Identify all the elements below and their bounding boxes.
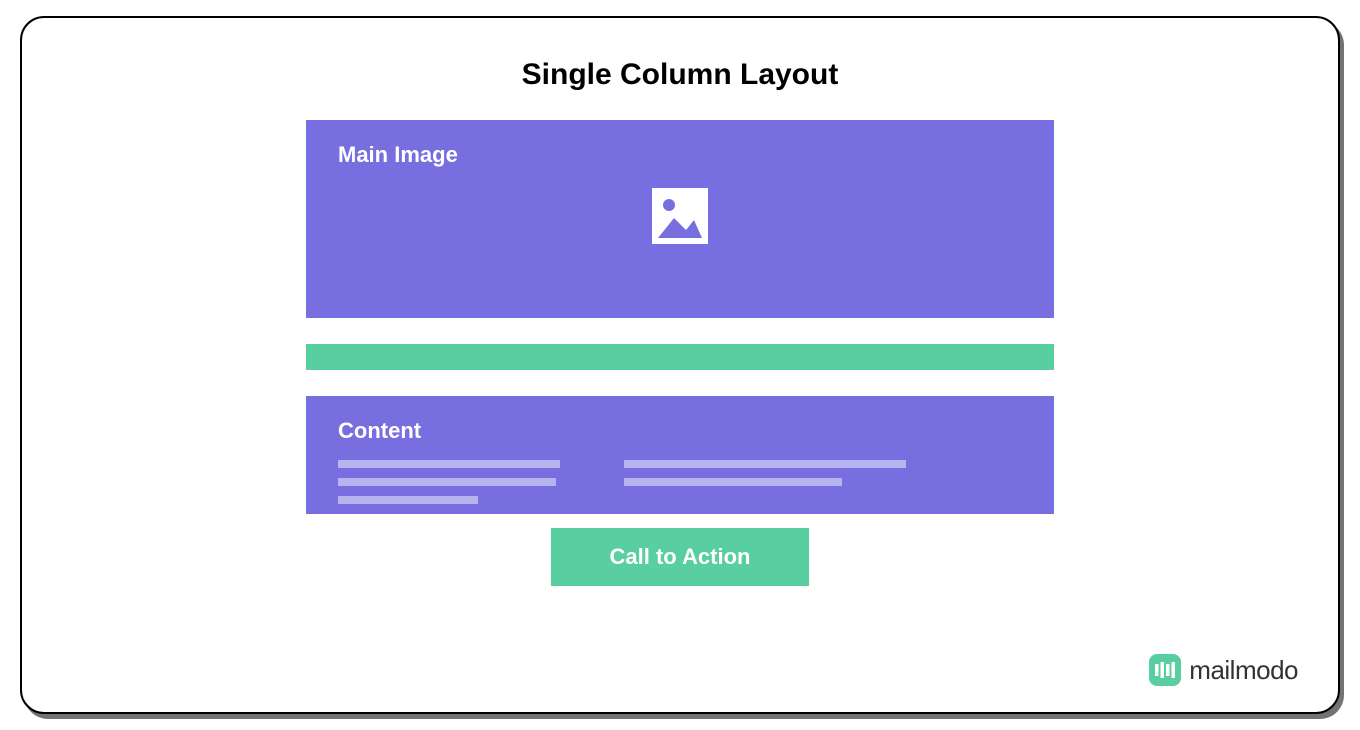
content-block: Content (306, 396, 1054, 514)
brand-name: mailmodo (1189, 655, 1298, 686)
brand-logo: mailmodo (1149, 654, 1298, 686)
main-image-block: Main Image (306, 120, 1054, 318)
diagram-card: Single Column Layout Main Image Content (20, 16, 1340, 714)
divider-bar (306, 344, 1054, 370)
text-line (624, 460, 906, 468)
text-line (338, 478, 556, 486)
text-line (338, 496, 478, 504)
content-lines-left (338, 460, 560, 504)
text-line (624, 478, 842, 486)
mailmodo-icon (1149, 654, 1181, 686)
content-label: Content (338, 418, 1022, 444)
cta-button[interactable]: Call to Action (551, 528, 809, 586)
main-image-label: Main Image (338, 142, 1022, 168)
single-column-layout: Main Image Content (306, 120, 1054, 586)
content-lines (338, 460, 1022, 504)
page-title: Single Column Layout (522, 58, 839, 92)
text-line (338, 460, 560, 468)
content-lines-right (624, 460, 906, 504)
image-placeholder-icon (652, 188, 708, 244)
